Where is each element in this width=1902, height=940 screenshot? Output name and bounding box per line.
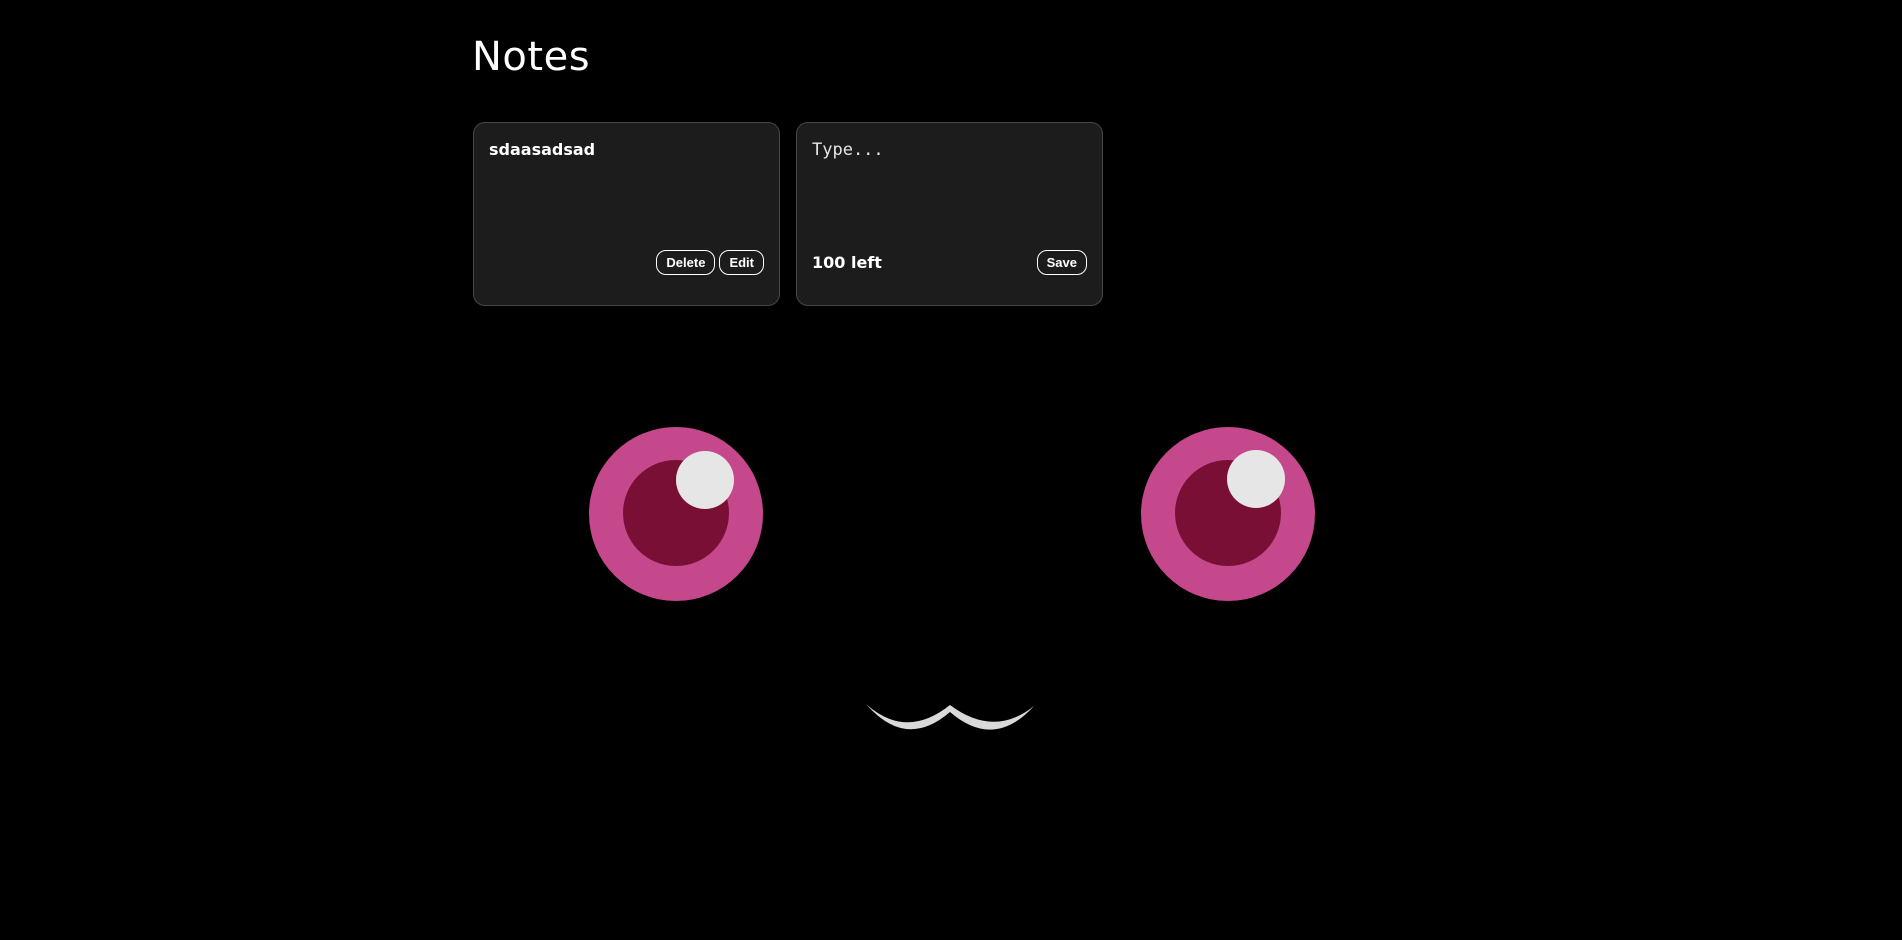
note-card: sdaasadsad Delete Edit <box>473 122 780 306</box>
new-note-card: 100 left Save <box>796 122 1103 306</box>
save-button[interactable]: Save <box>1036 249 1087 275</box>
note-actions: Delete Edit <box>489 249 764 275</box>
page-title: Notes <box>472 34 591 80</box>
notes-list: sdaasadsad Delete Edit 100 left Save <box>473 122 1103 306</box>
right-eye <box>1141 427 1315 601</box>
mouth <box>866 704 1034 730</box>
chars-left-counter: 100 left <box>812 252 882 272</box>
note-text: sdaasadsad <box>489 140 596 159</box>
new-note-input[interactable] <box>812 140 1082 230</box>
new-note-footer: 100 left Save <box>812 249 1087 275</box>
edit-button[interactable]: Edit <box>719 249 764 275</box>
delete-button[interactable]: Delete <box>656 249 716 275</box>
left-eye <box>589 427 763 601</box>
